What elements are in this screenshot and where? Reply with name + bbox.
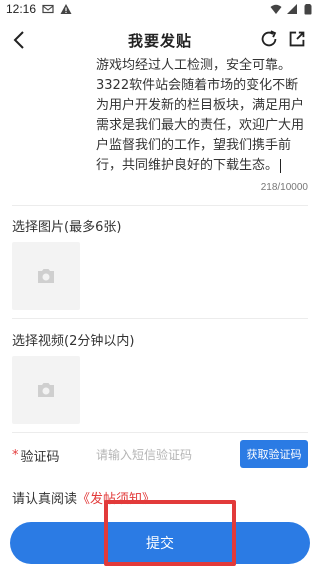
post-content-text: 游戏均经过人工检测，安全可靠。3322软件站会随着市场的变化不断为用户开发新的栏… (96, 58, 305, 173)
divider (12, 432, 308, 433)
verification-row: * 验证码 获取验证码 (12, 440, 308, 470)
char-counter: 218/10000 (260, 182, 308, 193)
video-label: 选择视频(2分钟以内) (12, 334, 135, 349)
share-icon[interactable] (286, 28, 308, 50)
camera-icon (38, 383, 54, 397)
verification-code-input[interactable] (96, 445, 236, 465)
warning-icon (60, 4, 72, 14)
video-upload-button[interactable] (12, 356, 80, 424)
submit-button[interactable]: 提交 (10, 522, 310, 564)
post-content-textarea[interactable]: 游戏均经过人工检测，安全可靠。3322软件站会随着市场的变化不断为用户开发新的栏… (96, 56, 308, 176)
divider (12, 318, 308, 319)
notice-prefix: 请认真阅读 (12, 492, 78, 507)
status-bar: 12:16 (0, 0, 320, 18)
refresh-icon[interactable] (258, 28, 280, 50)
wifi-icon (270, 4, 282, 14)
submit-label: 提交 (146, 536, 174, 552)
posting-rules-link[interactable]: 《发帖须知》 (77, 492, 155, 507)
text-caret (280, 158, 282, 173)
status-time: 12:16 (6, 2, 37, 16)
get-code-button[interactable]: 获取验证码 (240, 440, 308, 468)
signal-icon (287, 4, 297, 14)
divider (12, 205, 308, 206)
battery-icon (304, 4, 312, 15)
notice-text: 请认真阅读《发帖须知》 (12, 488, 155, 507)
mail-icon (42, 4, 54, 14)
required-mark: * (12, 447, 19, 463)
verification-label: 验证码 (20, 449, 60, 465)
app-header: 我要发贴 (0, 22, 320, 58)
camera-icon (38, 269, 54, 283)
image-upload-button[interactable] (12, 242, 80, 310)
images-label: 选择图片(最多6张) (12, 220, 122, 235)
